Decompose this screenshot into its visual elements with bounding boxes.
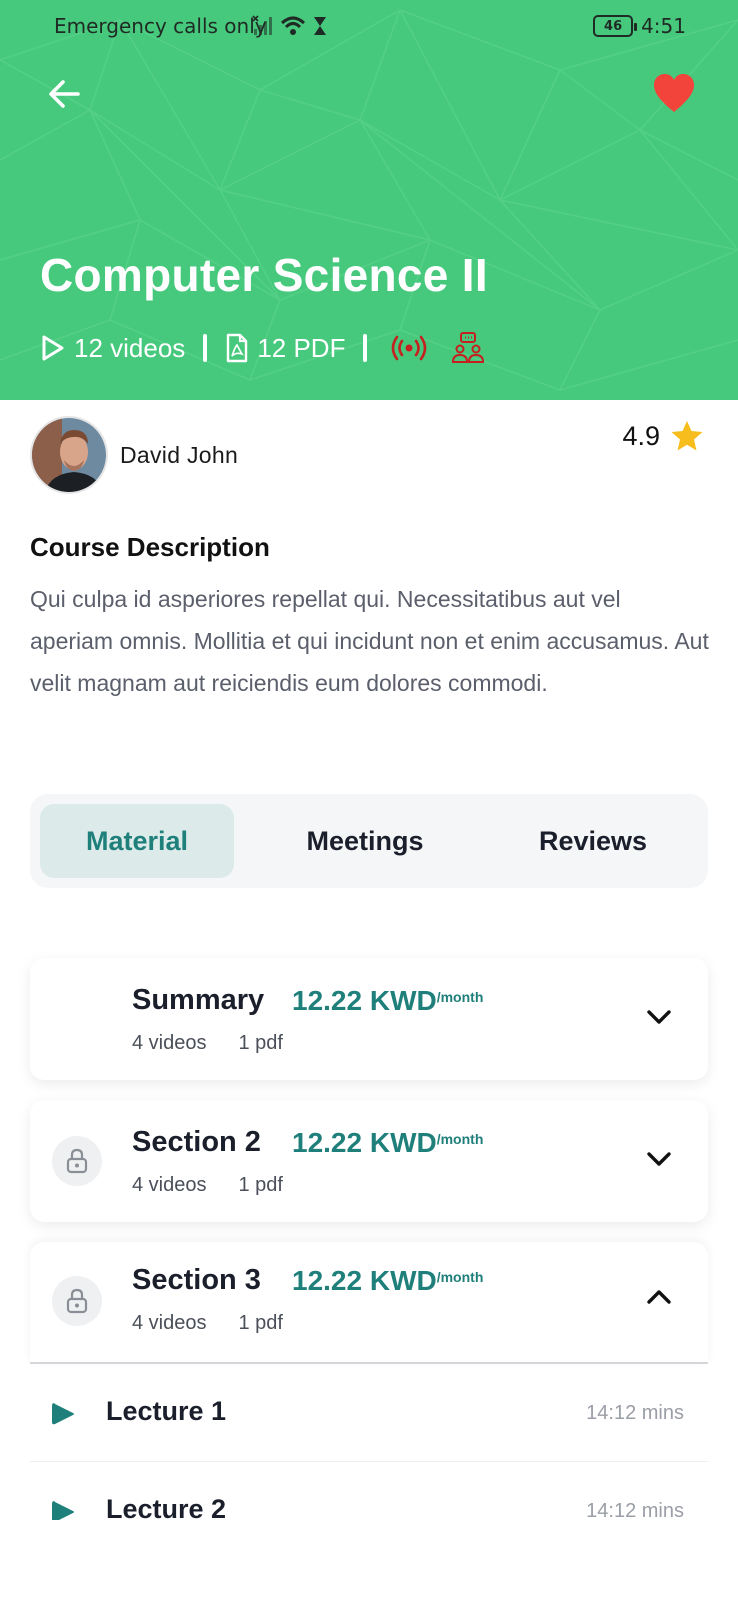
course-header: Emergency calls only 46 4:51 Computer Sc… [0, 0, 738, 400]
price-amount: 12.22 KWD [292, 1127, 437, 1158]
meta-divider [363, 334, 368, 362]
clock: 4:51 [641, 14, 686, 38]
section-pdf: 1 pdf [238, 1032, 283, 1054]
section-videos: 4 videos [132, 1312, 207, 1334]
battery-icon: 46 [593, 15, 638, 37]
status-right: 46 4:51 [593, 14, 686, 38]
section-contents: 4 videos 1 pdf [132, 1032, 283, 1055]
pdf-file-icon [227, 333, 248, 363]
section-pdf: 1 pdf [238, 1312, 283, 1334]
instructor-photo [32, 418, 106, 492]
section-price: 12.22 KWD/month [292, 985, 483, 1017]
tab-bar: Material Meetings Reviews [30, 794, 708, 888]
section-videos: 4 videos [132, 1032, 207, 1054]
chevron-up-icon[interactable] [644, 1282, 674, 1312]
price-period: /month [436, 1269, 484, 1285]
instructor-name: David John [120, 441, 239, 468]
meta-divider [203, 334, 208, 362]
battery-level: 46 [604, 18, 623, 34]
lock-icon [52, 1276, 102, 1326]
rating-value: 4.9 [622, 420, 660, 451]
wifi-icon [280, 16, 306, 35]
section-card-3[interactable]: Section 3 12.22 KWD/month 4 videos 1 pdf [30, 1242, 708, 1364]
instructor-info: David John [30, 416, 238, 494]
section-videos: 4 videos [132, 1174, 207, 1196]
section-card-2[interactable]: Section 2 12.22 KWD/month 4 videos 1 pdf [30, 1100, 708, 1222]
course-meta: 12 videos 12 PDF [40, 328, 485, 368]
tab-material[interactable]: Material [40, 804, 234, 878]
play-outline-icon [42, 335, 64, 361]
description-text: Qui culpa id asperiores repellat qui. Ne… [30, 586, 709, 696]
description-title: Course Description [30, 532, 270, 562]
status-icons [252, 12, 328, 40]
section-price: 12.22 KWD/month [292, 1265, 483, 1297]
live-broadcast-icon [392, 335, 427, 361]
section-title: Section 2 [132, 1126, 261, 1158]
tab-meetings[interactable]: Meetings [268, 804, 462, 878]
play-icon[interactable] [50, 1400, 76, 1428]
pdf-count: 12 PDF [225, 333, 345, 364]
meeting-icon [452, 332, 485, 363]
lecture-duration: 14:12 mins [586, 1402, 684, 1424]
videos-count: 12 videos [40, 333, 185, 364]
bottom-fade [0, 1520, 738, 1600]
arrow-left-icon[interactable] [44, 74, 84, 114]
price-amount: 12.22 KWD [292, 1265, 437, 1296]
lecture-title: Lecture 1 [106, 1396, 227, 1426]
course-rating: 4.9 [622, 420, 704, 452]
section-title: Summary [132, 984, 265, 1016]
lecture-row[interactable]: Lecture 1 14:12 mins [30, 1364, 708, 1462]
heart-icon[interactable] [652, 72, 696, 114]
section-contents: 4 videos 1 pdf [132, 1174, 283, 1197]
price-period: /month [436, 989, 484, 1005]
hourglass-icon [314, 17, 326, 35]
status-bar: Emergency calls only 46 4:51 [0, 10, 738, 44]
lock-icon [52, 1136, 102, 1186]
star-icon [671, 421, 703, 451]
price-period: /month [436, 1131, 484, 1147]
chevron-down-icon[interactable] [644, 1144, 674, 1174]
tab-reviews[interactable]: Reviews [496, 804, 690, 878]
section-contents: 4 videos 1 pdf [132, 1312, 283, 1335]
signal-icon [252, 15, 272, 35]
section-pdf: 1 pdf [238, 1174, 283, 1196]
price-amount: 12.22 KWD [292, 985, 437, 1016]
section-card-summary[interactable]: Summary 12.22 KWD/month 4 videos 1 pdf [30, 958, 708, 1080]
carrier-text: Emergency calls only [54, 14, 267, 38]
chevron-down-icon[interactable] [644, 1002, 674, 1032]
section-price: 12.22 KWD/month [292, 1127, 483, 1159]
videos-label: 12 videos [74, 332, 186, 363]
course-title: Computer Science II [40, 249, 488, 301]
avatar [30, 416, 108, 494]
section-title: Section 3 [132, 1264, 261, 1296]
pdf-label: 12 PDF [257, 332, 346, 363]
